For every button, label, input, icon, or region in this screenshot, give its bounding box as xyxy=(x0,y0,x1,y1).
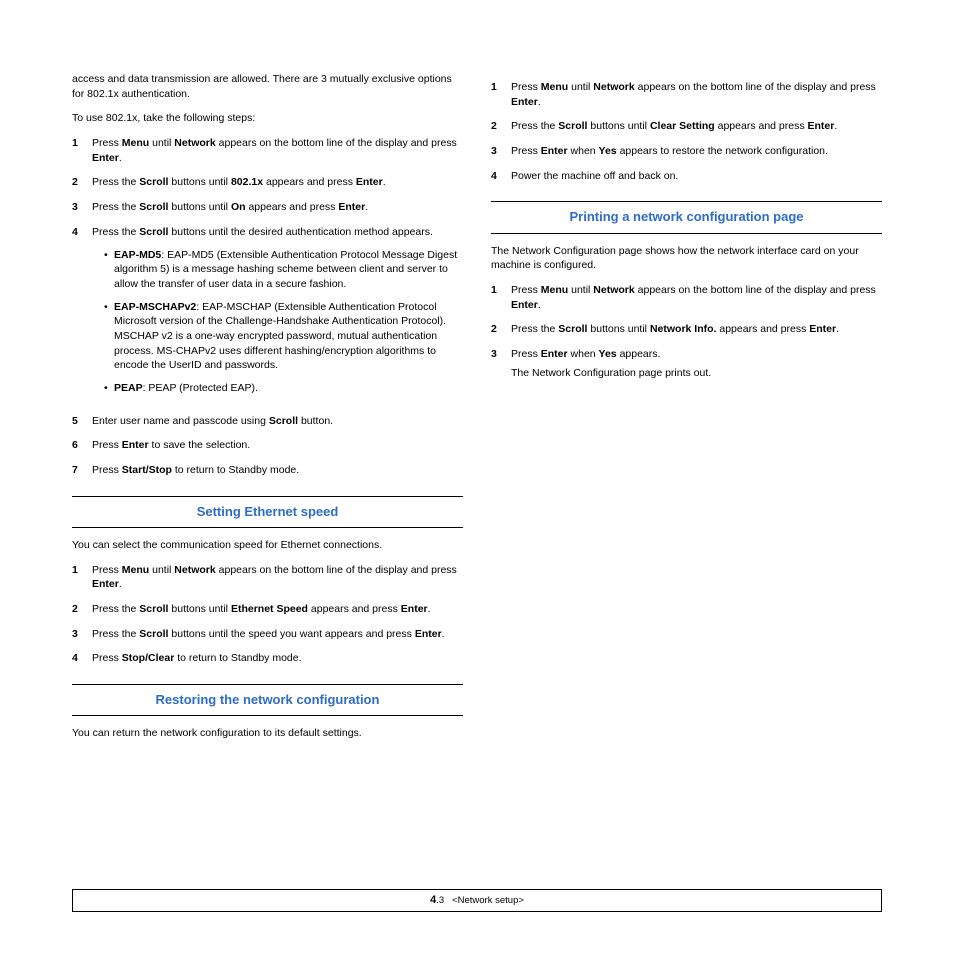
section-print-config: Printing a network configuration page xyxy=(491,201,882,233)
step-body: Press Enter when Yes appears to restore … xyxy=(511,144,882,159)
left-column: access and data transmission are allowed… xyxy=(72,72,463,751)
step-number: 3 xyxy=(491,347,511,380)
right-column: 1Press Menu until Network appears on the… xyxy=(491,72,882,751)
step-number: 2 xyxy=(491,119,511,134)
sub-item: EAP-MSCHAPv2: EAP-MSCHAP (Extensible Aut… xyxy=(104,300,463,373)
step-body: Press the Scroll buttons until Network I… xyxy=(511,322,882,337)
step-body: Press Menu until Network appears on the … xyxy=(92,563,463,592)
step-number: 4 xyxy=(72,225,92,404)
step-item: 3Press Enter when Yes appears.The Networ… xyxy=(491,347,882,380)
step-item: 4Press Stop/Clear to return to Standby m… xyxy=(72,651,463,666)
step-body: Press the Scroll buttons until 802.1x ap… xyxy=(92,175,463,190)
step-body: Press Menu until Network appears on the … xyxy=(511,80,882,109)
step-body: Press the Scroll buttons until the desir… xyxy=(92,225,463,404)
step-item: 6Press Enter to save the selection. xyxy=(72,438,463,453)
step-item: 1Press Menu until Network appears on the… xyxy=(72,563,463,592)
step-body: Power the machine off and back on. xyxy=(511,169,882,184)
sub-item: EAP-MD5: EAP-MD5 (Extensible Authenticat… xyxy=(104,248,463,292)
step-number: 2 xyxy=(491,322,511,337)
step-number: 1 xyxy=(72,136,92,165)
step-item: 2Press the Scroll buttons until Ethernet… xyxy=(72,602,463,617)
page-footer: 4.3 <Network setup> xyxy=(72,889,882,912)
step-item: 3Press Enter when Yes appears to restore… xyxy=(491,144,882,159)
step-number: 5 xyxy=(72,414,92,429)
steps-restore: 1Press Menu until Network appears on the… xyxy=(491,80,882,183)
step-body: Press Enter to save the selection. xyxy=(92,438,463,453)
step-body: Press the Scroll buttons until On appear… xyxy=(92,200,463,215)
step-item: 1Press Menu until Network appears on the… xyxy=(491,80,882,109)
step-item: 1Press Menu until Network appears on the… xyxy=(72,136,463,165)
page-columns: access and data transmission are allowed… xyxy=(72,72,882,751)
step-number: 1 xyxy=(491,80,511,109)
step-number: 2 xyxy=(72,175,92,190)
step-body: Press Start/Stop to return to Standby mo… xyxy=(92,463,463,478)
steps-ethernet: 1Press Menu until Network appears on the… xyxy=(72,563,463,666)
step-number: 1 xyxy=(491,283,511,312)
footer-label: <Network setup> xyxy=(452,895,524,906)
step-number: 3 xyxy=(72,200,92,215)
intro-para-1: access and data transmission are allowed… xyxy=(72,72,463,101)
step-body: Press the Scroll buttons until the speed… xyxy=(92,627,463,642)
step-body: Enter user name and passcode using Scrol… xyxy=(92,414,463,429)
steps-8021x: 1Press Menu until Network appears on the… xyxy=(72,136,463,478)
step-after: The Network Configuration page prints ou… xyxy=(511,366,882,381)
step-item: 5Enter user name and passcode using Scro… xyxy=(72,414,463,429)
step-number: 7 xyxy=(72,463,92,478)
step-number: 4 xyxy=(72,651,92,666)
step-number: 1 xyxy=(72,563,92,592)
steps-print: 1Press Menu until Network appears on the… xyxy=(491,283,882,380)
step-number: 6 xyxy=(72,438,92,453)
step-item: 4Power the machine off and back on. xyxy=(491,169,882,184)
step-number: 3 xyxy=(491,144,511,159)
restore-intro: You can return the network configuration… xyxy=(72,726,463,741)
sub-item: PEAP: PEAP (Protected EAP). xyxy=(104,381,463,396)
step-body: Press Menu until Network appears on the … xyxy=(511,283,882,312)
step-body: Press Menu until Network appears on the … xyxy=(92,136,463,165)
print-intro: The Network Configuration page shows how… xyxy=(491,244,882,273)
step-item: 3Press the Scroll buttons until On appea… xyxy=(72,200,463,215)
step-number: 2 xyxy=(72,602,92,617)
step-number: 3 xyxy=(72,627,92,642)
section-ethernet-speed: Setting Ethernet speed xyxy=(72,496,463,528)
step-item: 2Press the Scroll buttons until Clear Se… xyxy=(491,119,882,134)
step-body: Press the Scroll buttons until Clear Set… xyxy=(511,119,882,134)
step-body: Press Enter when Yes appears.The Network… xyxy=(511,347,882,380)
step-item: 3Press the Scroll buttons until the spee… xyxy=(72,627,463,642)
step-item: 4Press the Scroll buttons until the desi… xyxy=(72,225,463,404)
page-number: .3 xyxy=(436,895,444,906)
section-restore-config: Restoring the network configuration xyxy=(72,684,463,716)
intro-para-2: To use 802.1x, take the following steps: xyxy=(72,111,463,126)
step-item: 7Press Start/Stop to return to Standby m… xyxy=(72,463,463,478)
ethernet-intro: You can select the communication speed f… xyxy=(72,538,463,553)
step-body: Press the Scroll buttons until Ethernet … xyxy=(92,602,463,617)
step-item: 2Press the Scroll buttons until Network … xyxy=(491,322,882,337)
step-number: 4 xyxy=(491,169,511,184)
step-item: 2Press the Scroll buttons until 802.1x a… xyxy=(72,175,463,190)
sub-list: EAP-MD5: EAP-MD5 (Extensible Authenticat… xyxy=(92,248,463,396)
step-item: 1Press Menu until Network appears on the… xyxy=(491,283,882,312)
step-body: Press Stop/Clear to return to Standby mo… xyxy=(92,651,463,666)
